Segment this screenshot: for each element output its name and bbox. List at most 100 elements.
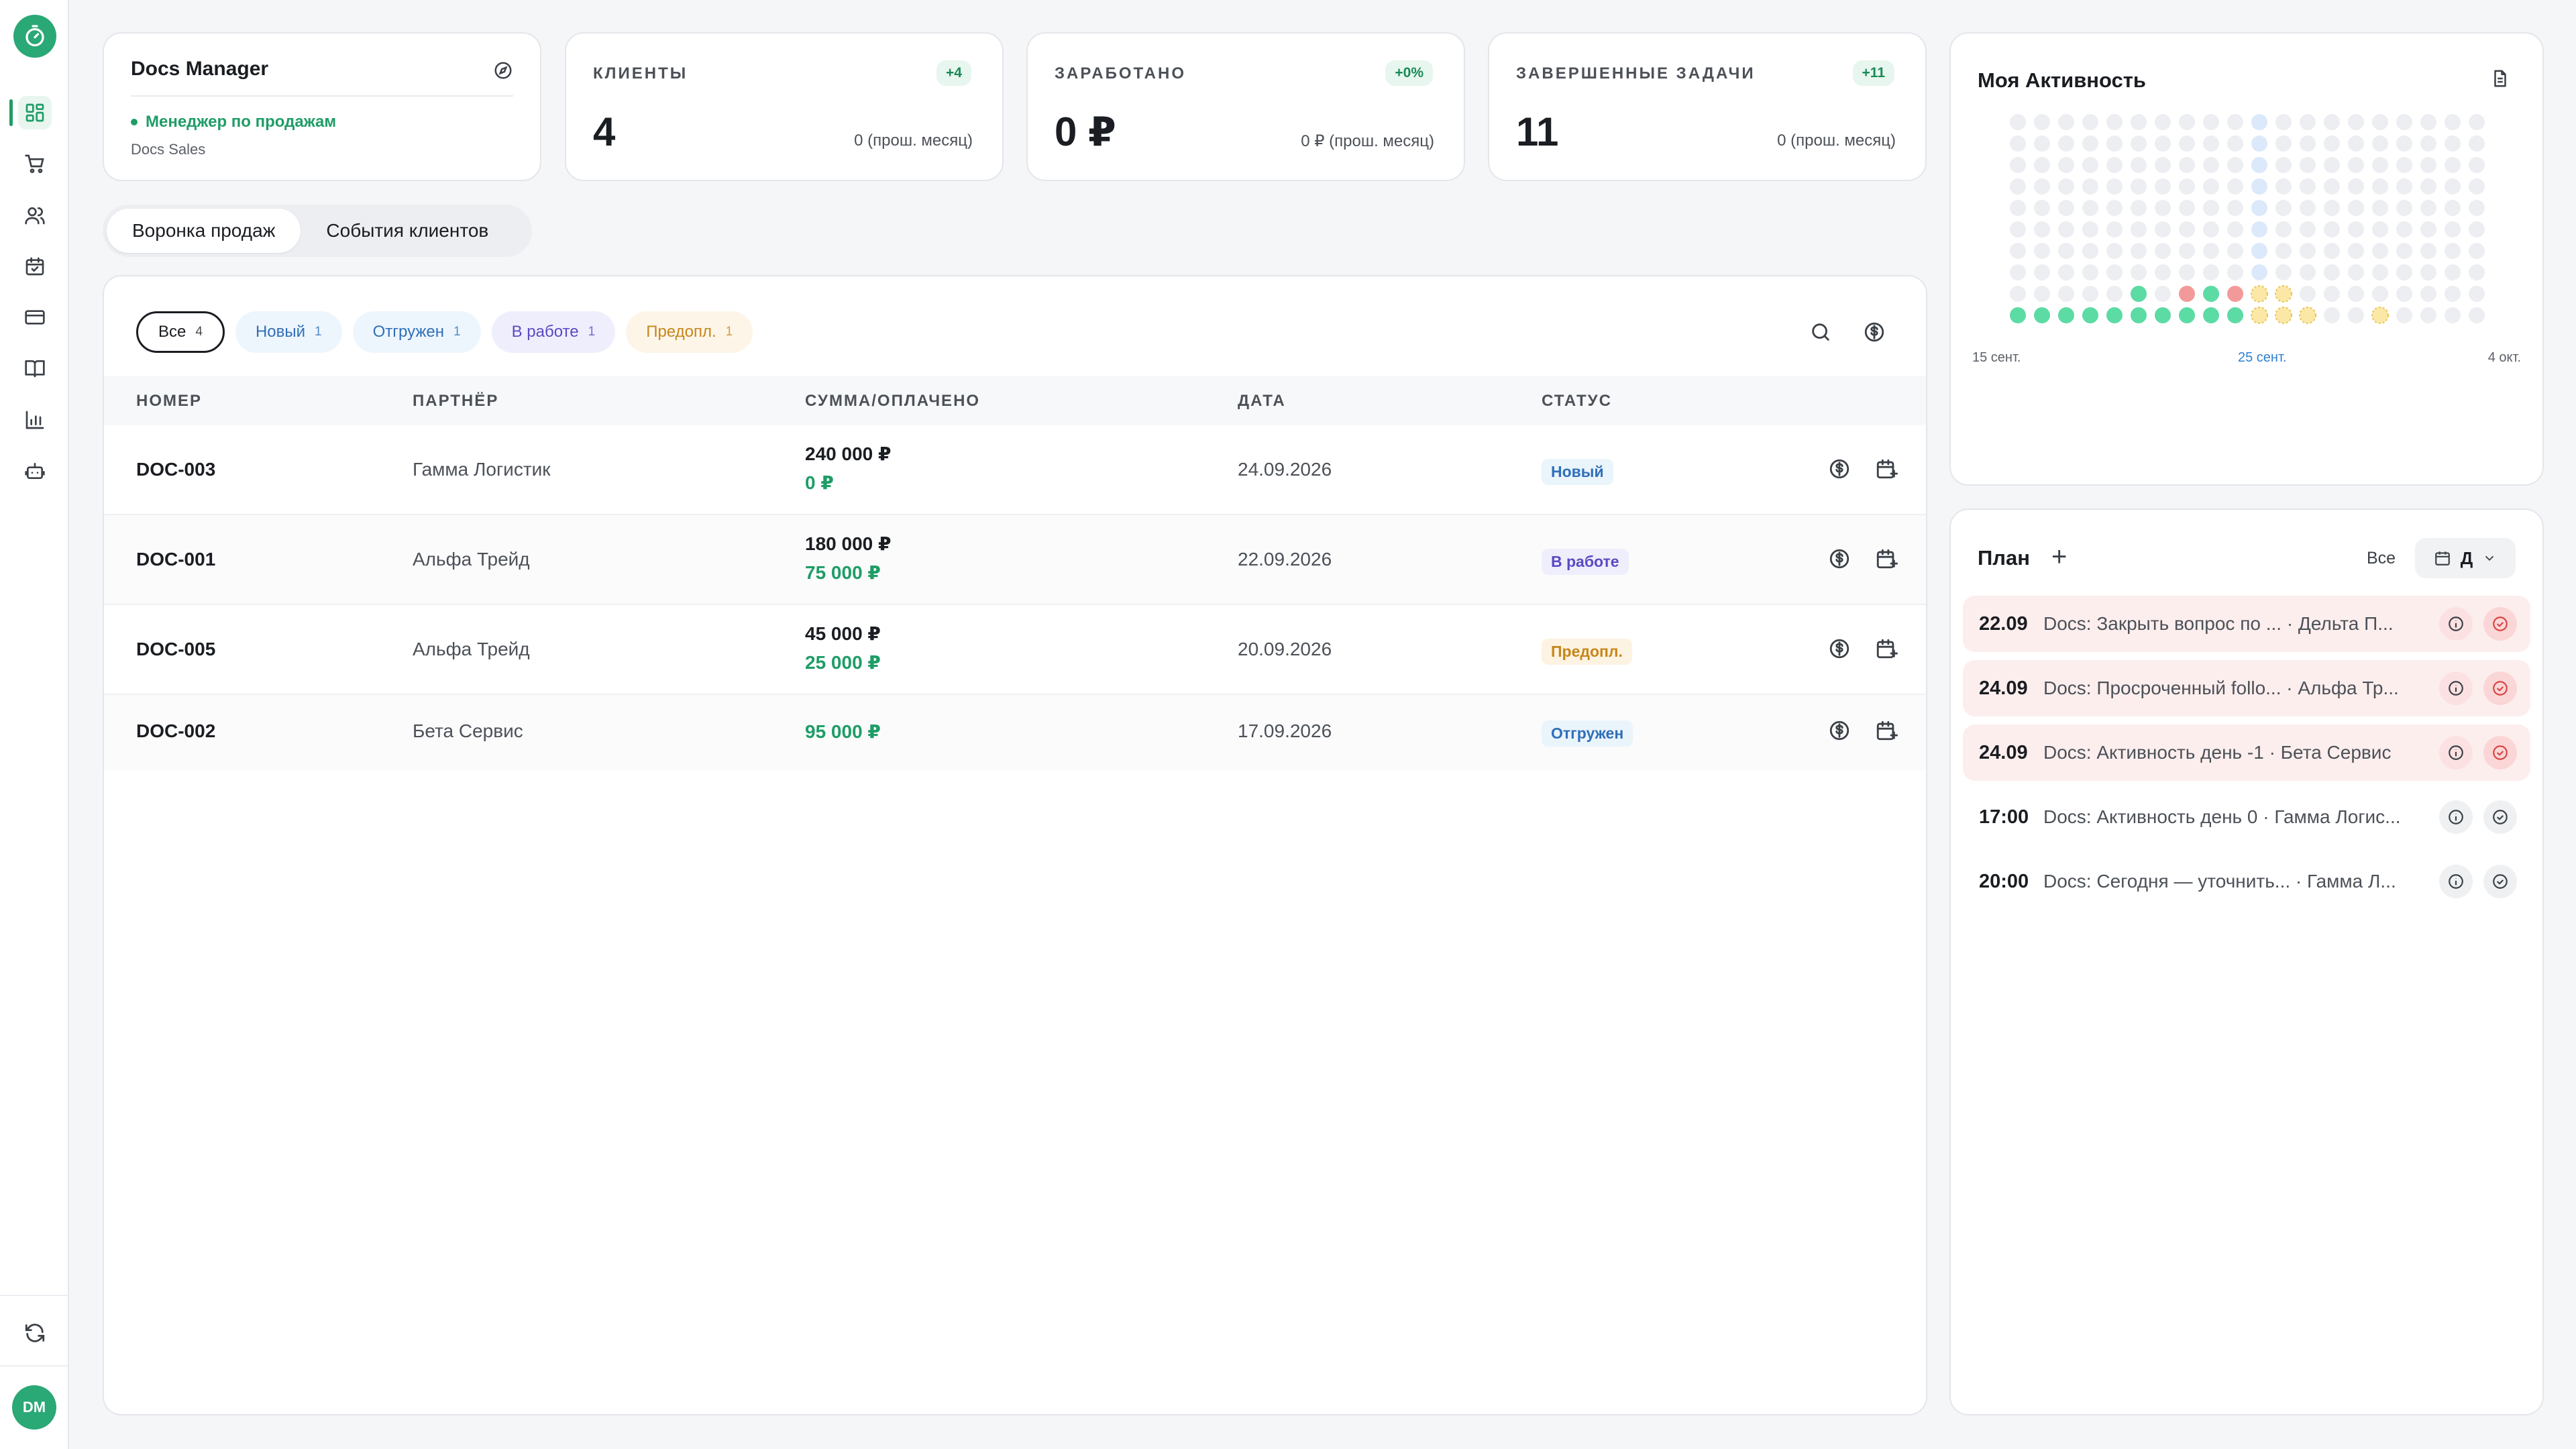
table-row[interactable]: DOC-005 Альфа Трейд 45 000 ₽ 25 000 ₽ 20… bbox=[104, 605, 1926, 695]
avatar[interactable]: DM bbox=[12, 1385, 56, 1430]
info-icon bbox=[2449, 681, 2463, 696]
plan-item[interactable]: 24.09 Docs: Просроченный follo... · Альф… bbox=[1963, 660, 2530, 716]
sidebar-item-bot[interactable] bbox=[18, 454, 52, 488]
compass-icon[interactable] bbox=[493, 60, 513, 84]
info-button[interactable] bbox=[2439, 736, 2473, 769]
activity-dot-empty bbox=[2155, 114, 2171, 130]
stat-previous: 0 (прош. месяц) bbox=[1777, 131, 1896, 150]
date-end: 4 окт. bbox=[2487, 350, 2521, 365]
plan-item[interactable]: 17:00 Docs: Активность день 0 · Гамма Ло… bbox=[1963, 789, 2530, 845]
plan-item[interactable]: 24.09 Docs: Активность день -1 · Бета Се… bbox=[1963, 724, 2530, 781]
activity-dot-empty bbox=[2420, 178, 2436, 195]
info-button[interactable] bbox=[2439, 672, 2473, 705]
calendar-add-icon[interactable] bbox=[1875, 458, 1898, 480]
activity-dot-empty bbox=[2082, 178, 2098, 195]
payment-icon[interactable] bbox=[1828, 458, 1851, 480]
add-plan-button[interactable]: + bbox=[2051, 543, 2067, 570]
activity-dot-empty bbox=[2106, 200, 2123, 216]
calendar-add-icon[interactable] bbox=[1875, 719, 1898, 742]
sidebar-divider bbox=[0, 1295, 69, 1296]
tab-client-events[interactable]: События клиентов bbox=[301, 209, 514, 253]
sidebar-item-dashboard[interactable] bbox=[18, 96, 52, 129]
stat-previous: 0 (прош. месяц) bbox=[854, 131, 973, 150]
activity-dot-empty bbox=[2275, 136, 2292, 152]
calendar-add-icon[interactable] bbox=[1875, 547, 1898, 570]
filter-shipped[interactable]: Отгружен 1 bbox=[352, 311, 481, 353]
activity-dot-empty bbox=[2300, 136, 2316, 152]
filter-in-progress[interactable]: В работе 1 bbox=[491, 311, 616, 353]
check-circle-icon bbox=[2493, 874, 2508, 889]
activity-dot-empty bbox=[2396, 221, 2412, 237]
complete-button[interactable] bbox=[2483, 736, 2517, 769]
payment-icon[interactable] bbox=[1828, 637, 1851, 660]
app-logo[interactable] bbox=[13, 15, 56, 58]
dollar-circle-icon[interactable] bbox=[1863, 321, 1886, 343]
complete-button[interactable] bbox=[2483, 865, 2517, 898]
robot-icon bbox=[25, 463, 45, 479]
activity-dot-empty bbox=[2324, 264, 2340, 280]
complete-button[interactable] bbox=[2483, 672, 2517, 705]
activity-dot-empty bbox=[2372, 178, 2388, 195]
sync-button[interactable] bbox=[18, 1316, 52, 1350]
activity-dot-empty bbox=[2445, 157, 2461, 173]
search-icon[interactable] bbox=[1809, 321, 1832, 343]
check-circle-icon bbox=[2493, 681, 2508, 696]
plan-view-select[interactable]: Д bbox=[2415, 538, 2516, 578]
activity-dot-empty bbox=[2420, 136, 2436, 152]
column-header-status[interactable]: СТАТУС bbox=[1542, 392, 1612, 411]
info-button[interactable] bbox=[2439, 800, 2473, 834]
activity-dot-empty bbox=[2348, 286, 2364, 302]
activity-dot-empty bbox=[2445, 114, 2461, 130]
filter-prepaid[interactable]: Предопл. 1 bbox=[626, 311, 753, 353]
column-header-partner[interactable]: ПАРТНЁР bbox=[413, 392, 498, 411]
activity-dot-empty bbox=[2396, 114, 2412, 130]
amount-total: 240 000 ₽ bbox=[805, 443, 892, 464]
calendar-icon bbox=[2434, 551, 2450, 566]
column-header-date[interactable]: ДАТА bbox=[1238, 392, 1286, 411]
activity-dot-empty bbox=[2300, 243, 2316, 259]
complete-button[interactable] bbox=[2483, 800, 2517, 834]
activity-dot-done bbox=[2131, 286, 2147, 302]
payment-icon[interactable] bbox=[1828, 719, 1851, 742]
partner-name: Бета Сервис bbox=[413, 720, 523, 741]
info-button[interactable] bbox=[2439, 865, 2473, 898]
column-header-number[interactable]: НОМЕР bbox=[136, 392, 202, 411]
complete-button[interactable] bbox=[2483, 607, 2517, 641]
activity-dot-empty bbox=[2010, 157, 2026, 173]
column-header-sum[interactable]: СУММА/ОПЛАЧЕНО bbox=[805, 392, 980, 411]
sidebar-item-orders[interactable] bbox=[18, 147, 52, 180]
sidebar-item-knowledge[interactable] bbox=[18, 352, 52, 385]
calendar-add-icon[interactable] bbox=[1875, 637, 1898, 660]
table-row[interactable]: DOC-003 Гамма Логистик 240 000 ₽ 0 ₽ 24.… bbox=[104, 425, 1926, 515]
activity-dot-empty bbox=[2155, 136, 2171, 152]
payment-icon[interactable] bbox=[1828, 547, 1851, 570]
plan-item[interactable]: 22.09 Docs: Закрыть вопрос по ... · Дель… bbox=[1963, 596, 2530, 652]
filter-label: Отгружен bbox=[372, 323, 445, 341]
filter-new[interactable]: Новый 1 bbox=[235, 311, 342, 353]
plan-item[interactable]: 20:00 Docs: Сегодня — уточнить... · Гамм… bbox=[1963, 853, 2530, 910]
filter-all[interactable]: Все 4 bbox=[136, 311, 225, 353]
sidebar-item-analytics[interactable] bbox=[18, 403, 52, 437]
activity-dot-empty bbox=[2251, 243, 2267, 259]
sidebar-item-payments[interactable] bbox=[18, 301, 52, 334]
role-label: Менеджер по продажам bbox=[146, 113, 337, 131]
table-row[interactable]: DOC-001 Альфа Трейд 180 000 ₽ 75 000 ₽ 2… bbox=[104, 515, 1926, 605]
activity-dot-empty bbox=[2106, 264, 2123, 280]
activity-dot-empty bbox=[2324, 157, 2340, 173]
sidebar-item-clients[interactable] bbox=[18, 199, 52, 232]
activity-dot-empty bbox=[2203, 178, 2219, 195]
activity-dot-empty bbox=[2227, 136, 2243, 152]
activity-dot-empty bbox=[2372, 264, 2388, 280]
activity-dot-empty bbox=[2348, 200, 2364, 216]
filter-label: Новый bbox=[255, 323, 306, 341]
status-filters: Все 4 Новый 1 Отгружен 1 В работе 1 Предопл.… bbox=[136, 311, 753, 353]
info-button[interactable] bbox=[2439, 607, 2473, 641]
plan-filter[interactable]: Все bbox=[2367, 549, 2396, 568]
tab-sales-funnel[interactable]: Воронка продаж bbox=[107, 209, 301, 253]
table-row[interactable]: DOC-002 Бета Сервис 95 000 ₽ 17.09.2026 … bbox=[104, 695, 1926, 770]
calendar-check-icon bbox=[25, 257, 44, 276]
sidebar-item-calendar[interactable] bbox=[18, 250, 52, 283]
profile-name: Docs Manager bbox=[131, 58, 269, 80]
activity-dot-empty bbox=[2324, 243, 2340, 259]
activity-dot-empty bbox=[2010, 221, 2026, 237]
